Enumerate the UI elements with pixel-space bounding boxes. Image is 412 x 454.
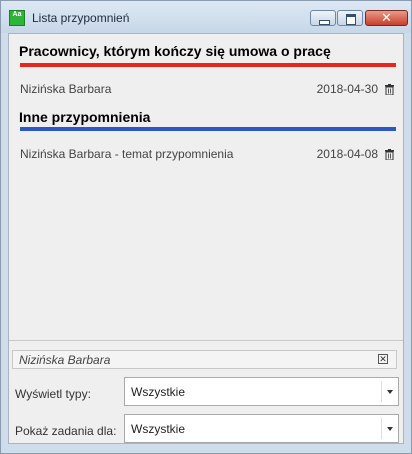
app-calendar-icon: A​a — [9, 10, 25, 26]
list-item[interactable]: Nizińska Barbara 2018-04-30 — [20, 82, 396, 98]
types-label: Wyświetl typy: — [15, 387, 91, 401]
chevron-down-icon[interactable] — [387, 427, 393, 431]
window-content: Pracownicy, którym kończy się umowa o pr… — [8, 33, 404, 444]
section-bar-contracts — [20, 63, 396, 67]
maximize-button[interactable] — [337, 10, 363, 26]
reminder-date: 2018-04-08 — [316, 147, 378, 161]
trash-icon[interactable] — [385, 149, 394, 160]
reminder-label: Nizińska Barbara - temat przypomnienia — [20, 147, 234, 161]
window-title: Lista przypomnień — [32, 11, 130, 25]
chevron-down-icon[interactable] — [387, 390, 393, 394]
minimize-button[interactable] — [310, 10, 336, 26]
reminders-window: A​a Lista przypomnień ✕ Pracownicy, któr… — [0, 0, 412, 454]
combo-divider — [381, 418, 382, 439]
maximize-icon — [346, 14, 356, 25]
combo-divider — [381, 381, 382, 402]
close-button[interactable]: ✕ — [365, 10, 408, 26]
types-select-value: Wszystkie — [131, 385, 185, 399]
tasks-for-select[interactable]: Wszystkie — [124, 414, 399, 443]
title-bar[interactable]: A​a Lista przypomnień ✕ — [1, 1, 411, 33]
reminder-date: 2018-04-30 — [316, 82, 378, 96]
types-select[interactable]: Wszystkie — [124, 377, 399, 406]
selected-person-name: Nizińska Barbara — [19, 353, 111, 367]
clear-icon[interactable]: ✕ — [378, 354, 388, 364]
selected-person-field[interactable]: Nizińska Barbara ✕ — [12, 350, 397, 369]
list-item[interactable]: Nizińska Barbara - temat przypomnienia 2… — [20, 147, 396, 163]
tasks-for-label: Pokaż zadania dla: — [15, 424, 117, 438]
section-title-contracts: Pracownicy, którym kończy się umowa o pr… — [19, 43, 331, 59]
reminder-label: Nizińska Barbara — [20, 82, 112, 96]
minimize-icon — [319, 20, 330, 25]
section-bar-other — [20, 127, 396, 131]
section-title-other: Inne przypomnienia — [19, 109, 151, 125]
tasks-for-select-value: Wszystkie — [131, 422, 185, 436]
divider — [9, 340, 403, 341]
trash-icon[interactable] — [385, 84, 394, 95]
close-icon: ✕ — [381, 10, 392, 25]
